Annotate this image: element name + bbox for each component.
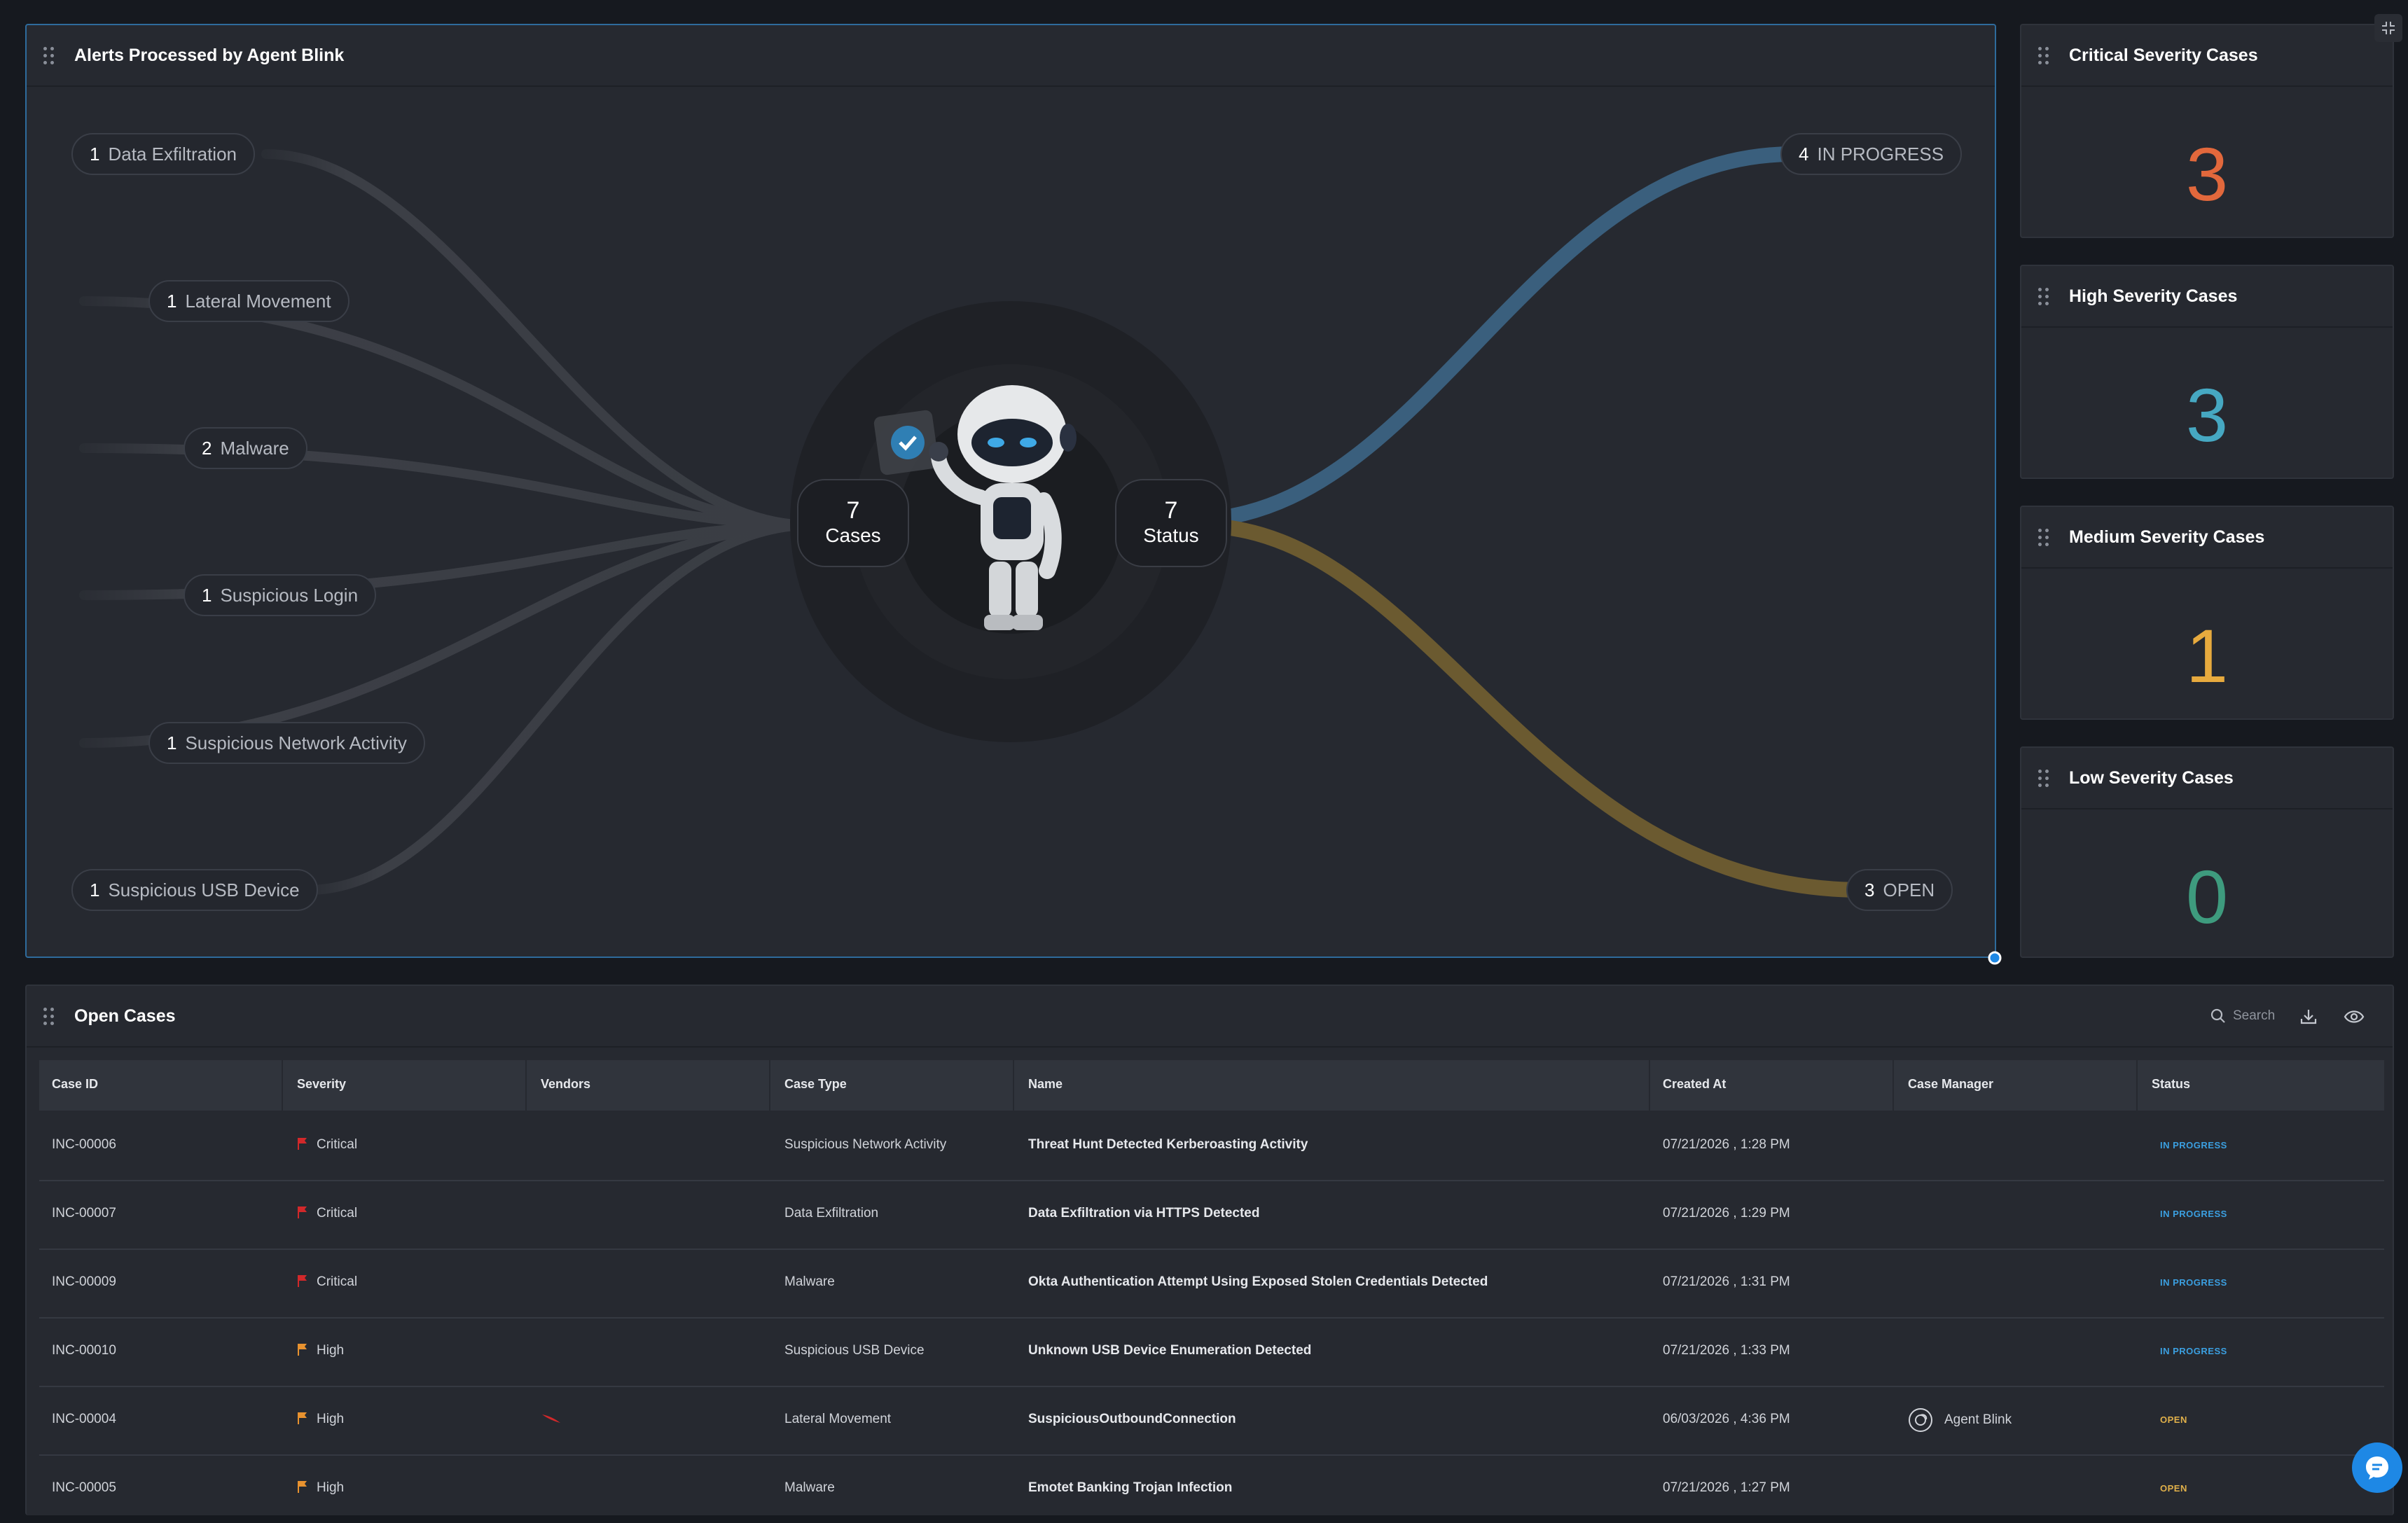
card-value: 3 [2185, 132, 2229, 216]
severity-cell: Critical [297, 1274, 357, 1290]
agent-avatar-icon [1909, 1408, 1932, 1432]
severity-cell: High [297, 1412, 344, 1427]
case-name[interactable]: Unknown USB Device Enumeration Detected [1028, 1343, 1311, 1358]
status-badge: OPEN [2160, 1414, 2187, 1425]
flag-icon [298, 1138, 307, 1150]
case-id[interactable]: INC-00009 [52, 1274, 116, 1290]
critical-severity-card: Critical Severity Cases 3 [2020, 24, 2394, 238]
case-name[interactable]: Okta Authentication Attempt Using Expose… [1028, 1274, 1488, 1290]
flag-icon [298, 1275, 307, 1287]
table-header: Case ID Severity Vendors Case Type Name … [39, 1060, 2384, 1111]
case-id[interactable]: INC-00005 [52, 1480, 116, 1496]
column-header[interactable]: Vendors [541, 1077, 590, 1092]
column-header[interactable]: Case Manager [1908, 1077, 1993, 1092]
card-value: 1 [2185, 613, 2229, 698]
status-badge: IN PROGRESS [2160, 1277, 2227, 1288]
case-type: Data Exfiltration [784, 1206, 879, 1221]
table-row[interactable]: INC-00010 High Suspicious USB Device Unk… [39, 1318, 2384, 1387]
case-type-pill[interactable]: 1 Lateral Movement [148, 280, 350, 322]
panel-title: Open Cases [74, 1006, 176, 1026]
column-header[interactable]: Severity [297, 1077, 346, 1092]
case-type-pill[interactable]: 2 Malware [184, 427, 307, 469]
column-header[interactable]: Case ID [52, 1077, 98, 1092]
download-icon[interactable] [2299, 1007, 2318, 1030]
case-type: Suspicious USB Device [784, 1343, 925, 1358]
table-row[interactable]: INC-00005 High Malware Emotet Banking Tr… [39, 1455, 2384, 1523]
card-value: 3 [2185, 373, 2229, 457]
status-pill-in-progress[interactable]: 4 IN PROGRESS [1780, 133, 1963, 175]
case-type-pill[interactable]: 1 Suspicious USB Device [71, 869, 318, 911]
drag-handle-icon[interactable] [43, 1007, 55, 1025]
case-manager: Agent Blink [1908, 1407, 2012, 1433]
card-title: Critical Severity Cases [2069, 45, 2258, 65]
drag-handle-icon[interactable] [2038, 769, 2049, 787]
column-header[interactable]: Created At [1663, 1077, 1726, 1092]
case-name[interactable]: Threat Hunt Detected Kerberoasting Activ… [1028, 1137, 1308, 1153]
card-title: Low Severity Cases [2069, 767, 2234, 788]
case-name[interactable]: Emotet Banking Trojan Infection [1028, 1480, 1232, 1496]
search-button[interactable]: Search [2210, 1008, 2275, 1024]
robot-illustration [873, 385, 1077, 630]
card-title: High Severity Cases [2069, 286, 2238, 306]
severity-cell: Critical [297, 1206, 357, 1221]
severity-cell: High [297, 1480, 344, 1496]
flag-icon [298, 1206, 307, 1218]
case-id[interactable]: INC-00007 [52, 1206, 116, 1221]
low-severity-card: Low Severity Cases 0 [2020, 746, 2394, 958]
status-badge: IN PROGRESS [2160, 1346, 2227, 1356]
card-value: 0 [2185, 854, 2229, 939]
table-row[interactable]: INC-00007 Critical Data Exfiltration Dat… [39, 1181, 2384, 1250]
chat-icon [2366, 1456, 2388, 1480]
medium-severity-card: Medium Severity Cases 1 [2020, 506, 2394, 720]
created-at: 07/21/2026 , 1:28 PM [1663, 1137, 1790, 1152]
case-id[interactable]: INC-00010 [52, 1343, 116, 1358]
case-type: Malware [784, 1274, 835, 1289]
status-badge: IN PROGRESS [2160, 1209, 2227, 1219]
search-icon [2210, 1008, 2225, 1023]
created-at: 07/21/2026 , 1:31 PM [1663, 1274, 1790, 1289]
collapse-icon[interactable] [2374, 14, 2402, 42]
severity-cell: High [297, 1343, 344, 1358]
created-at: 07/21/2026 , 1:29 PM [1663, 1206, 1790, 1221]
table-row[interactable]: INC-00006 Critical Suspicious Network Ac… [39, 1112, 2384, 1181]
table-row[interactable]: INC-00009 Critical Malware Okta Authenti… [39, 1249, 2384, 1319]
created-at: 07/21/2026 , 1:27 PM [1663, 1480, 1790, 1495]
high-severity-card: High Severity Cases 3 [2020, 265, 2394, 479]
link-in-progress [1211, 146, 1801, 526]
case-type-pill[interactable]: 1 Suspicious Network Activity [148, 722, 425, 764]
status-hub: 7 Status [1115, 479, 1227, 567]
resize-handle [1988, 951, 2002, 965]
drag-handle-icon[interactable] [2038, 287, 2049, 305]
created-at: 07/21/2026 , 1:33 PM [1663, 1343, 1790, 1358]
created-at: 06/03/2026 , 4:36 PM [1663, 1412, 1790, 1426]
drag-handle-icon[interactable] [2038, 46, 2049, 64]
case-name[interactable]: SuspiciousOutboundConnection [1028, 1412, 1236, 1427]
falcon-icon [541, 1413, 562, 1428]
table-row[interactable]: INC-00004 High Lateral Movement Suspicio… [39, 1386, 2384, 1456]
status-badge: OPEN [2160, 1483, 2187, 1494]
flag-icon [298, 1344, 307, 1356]
column-header[interactable]: Status [2152, 1077, 2190, 1092]
chat-button[interactable] [2352, 1442, 2402, 1493]
column-header[interactable]: Name [1028, 1077, 1063, 1092]
eye-icon[interactable] [2344, 1008, 2365, 1029]
case-type: Lateral Movement [784, 1412, 892, 1426]
flag-icon [298, 1481, 307, 1493]
case-type: Suspicious Network Activity [784, 1137, 947, 1152]
search-label: Search [2233, 1008, 2276, 1023]
status-badge: IN PROGRESS [2160, 1140, 2227, 1150]
flag-icon [298, 1412, 307, 1424]
column-header[interactable]: Case Type [784, 1077, 847, 1092]
link-open [1211, 519, 1871, 898]
case-type: Malware [784, 1480, 835, 1495]
case-id[interactable]: INC-00006 [52, 1137, 116, 1153]
case-type-pill[interactable]: 1 Suspicious Login [184, 574, 377, 616]
card-title: Medium Severity Cases [2069, 527, 2265, 547]
severity-cell: Critical [297, 1137, 357, 1153]
case-id[interactable]: INC-00004 [52, 1412, 116, 1427]
status-pill-open[interactable]: 3 OPEN [1846, 869, 1953, 911]
case-type-pill[interactable]: 1 Data Exfiltration [71, 133, 255, 175]
case-name[interactable]: Data Exfiltration via HTTPS Detected [1028, 1206, 1259, 1221]
drag-handle-icon[interactable] [2038, 528, 2049, 546]
